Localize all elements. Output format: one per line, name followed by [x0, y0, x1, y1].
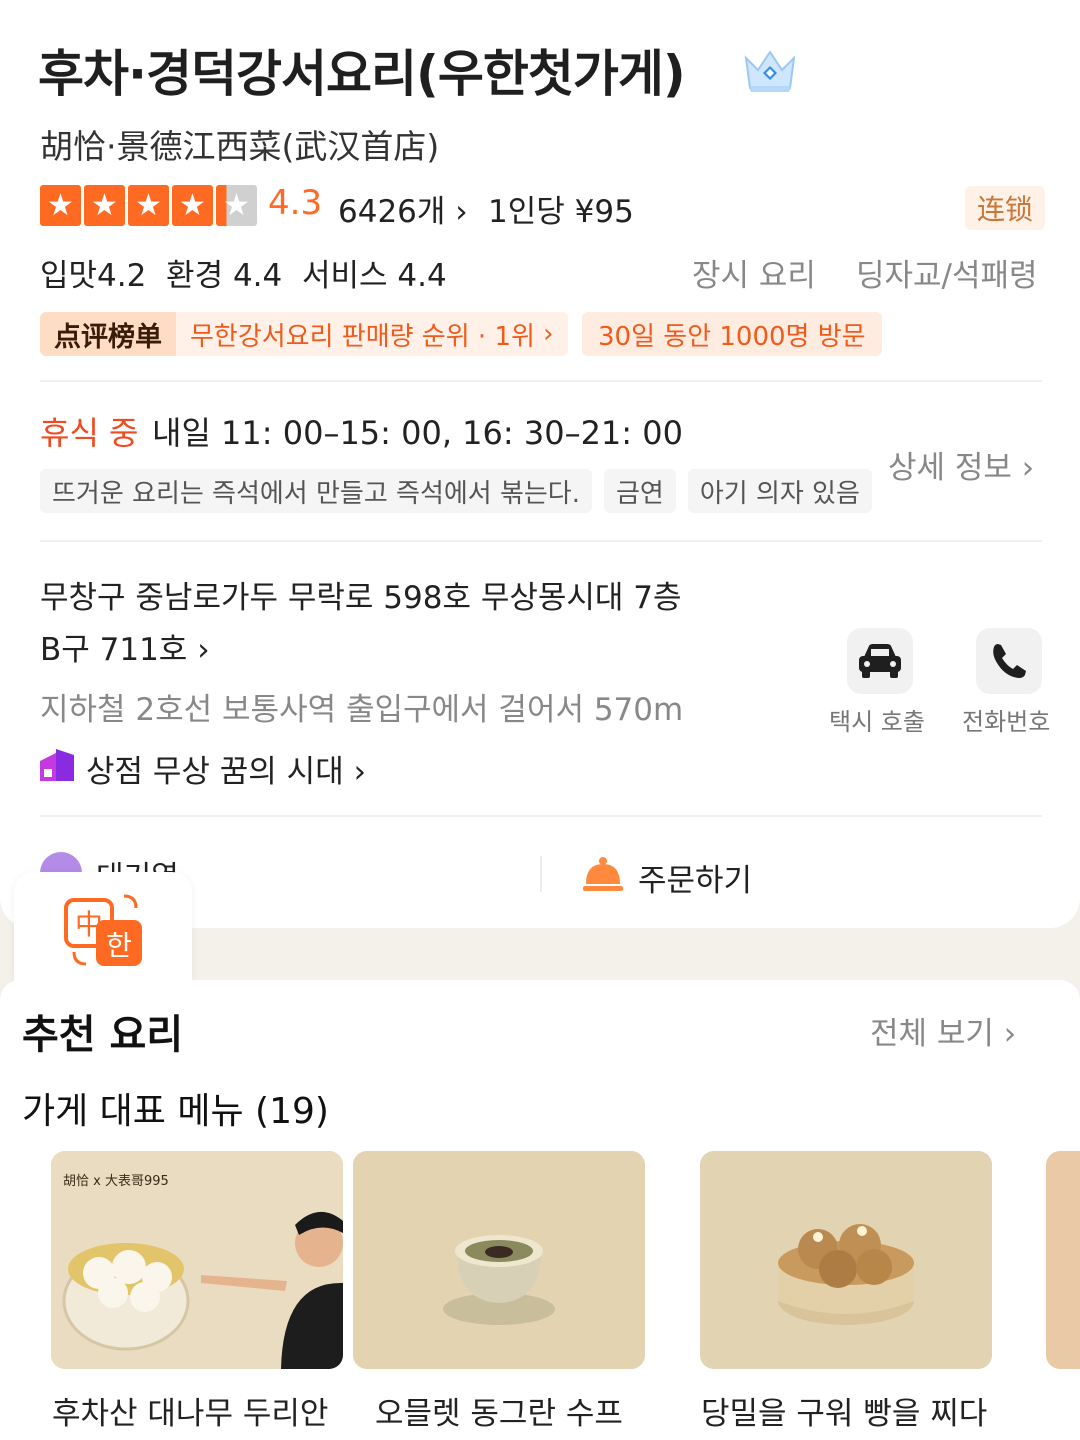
dish-photo — [353, 1151, 645, 1369]
section-title: 추천 요리 — [22, 1012, 184, 1058]
price-per-person: 1인당 ¥95 — [488, 194, 634, 230]
star-partial-icon: ★ — [216, 185, 257, 226]
detail-info-link[interactable]: 상세 정보 › — [888, 442, 1034, 487]
signature-menu-title: 가게 대표 메뉴 (19) — [22, 1091, 329, 1132]
store-name-chinese: 胡恰·景德江西菜(武汉首店) — [40, 127, 440, 166]
car-icon — [859, 644, 901, 678]
divider — [40, 815, 1042, 817]
feature-tags: 뜨거운 요리는 즉석에서 만들고 즉석에서 볶는다. 금연 아기 의자 있음 — [40, 469, 872, 513]
chevron-right-icon: › — [534, 319, 554, 349]
crown-diamond-icon — [744, 50, 796, 92]
star-icon: ★ — [84, 185, 125, 226]
star-icon: ★ — [172, 185, 213, 226]
area-label[interactable]: 딩자교/석패령 — [856, 250, 1038, 295]
address-line-2: B구 711호 — [40, 632, 188, 668]
cloche-icon — [583, 857, 623, 891]
star-icon: ★ — [40, 185, 81, 226]
see-all-link[interactable]: 전체 보기 › — [870, 1008, 1016, 1053]
chain-badge: 连锁 — [965, 186, 1046, 230]
chevron-right-icon: › — [445, 194, 468, 230]
dish-photo: 胡恰 x 大表哥995 — [51, 1151, 343, 1369]
address-line-1[interactable]: 무창구 중남로가두 무락로 598호 무상몽시대 7층 — [40, 572, 682, 617]
mall-link[interactable]: 상점 무상 꿈의 시대 › — [86, 746, 366, 791]
taxi-button[interactable] — [847, 628, 913, 694]
status-text: 휴식 중 — [40, 414, 139, 452]
divider — [540, 856, 542, 892]
dish-name[interactable]: 오믈렛 동그란 수프 — [375, 1388, 623, 1433]
ranking-badge[interactable]: 点评榜单 무한강서요리 판매량 순위 · 1위 › — [40, 312, 568, 356]
dish-name[interactable]: 당밀을 구워 빵을 찌다 — [701, 1388, 987, 1433]
ranking-logo: 点评榜单 — [40, 312, 176, 356]
ranking-text: 무한강서요리 판매량 순위 · 1위 › — [176, 312, 568, 356]
visits-badge: 30일 동안 1000명 방문 — [582, 312, 882, 356]
rating-stars: ★ ★ ★ ★ ★ — [40, 185, 257, 226]
phone-button[interactable] — [976, 628, 1042, 694]
chevron-right-icon: › — [187, 632, 210, 668]
rating-value: 4.3 — [268, 183, 323, 223]
divider — [40, 540, 1042, 542]
category-label[interactable]: 장시 요리 — [692, 250, 816, 295]
feature-tag: 뜨거운 요리는 즉석에서 만들고 즉석에서 볶는다. — [40, 469, 592, 513]
ranking-text-label: 무한강서요리 판매량 순위 · 1위 — [190, 321, 535, 352]
brand-collab-text: 胡恰 x 大表哥995 — [63, 1174, 169, 1189]
chevron-right-icon: › — [1011, 450, 1035, 486]
see-all-label: 전체 보기 — [870, 1016, 994, 1052]
review-count: 6426개 — [338, 194, 446, 230]
star-icon: ★ — [128, 185, 169, 226]
subway-directions: 지하철 2호선 보통사역 출입구에서 걸어서 570m — [40, 692, 684, 728]
dish-name[interactable]: 후차산 대나무 두리안 — [52, 1388, 328, 1433]
sub-scores: 입맛4.2 환경 4.4 서비스 4.4 — [40, 258, 447, 294]
feature-tag: 금연 — [604, 469, 676, 513]
divider — [40, 380, 1042, 382]
shopping-mall-icon — [40, 749, 74, 781]
detail-info-label: 상세 정보 — [888, 450, 1012, 486]
business-hours: 내일 11: 00–15: 00, 16: 30–21: 00 — [152, 414, 683, 452]
dish-image[interactable] — [353, 1151, 645, 1369]
phone-icon — [993, 644, 1026, 678]
review-count-link[interactable]: 6426개 › — [338, 186, 468, 231]
feature-tag: 아기 의자 있음 — [687, 469, 872, 513]
chevron-right-icon: › — [993, 1016, 1017, 1052]
dish-photo — [700, 1151, 992, 1369]
taxi-label: 택시 호출 — [829, 708, 925, 736]
order-button[interactable]: 주문하기 — [638, 855, 752, 900]
store-info-card: 후차·경덕강서요리(우한첫가게) 胡恰·景德江西菜(武汉首店) ★ ★ ★ ★ … — [0, 0, 1080, 928]
dish-image[interactable]: 胡恰 x 大表哥995 — [51, 1151, 343, 1369]
address-line-2-link[interactable]: B구 711호 › — [40, 624, 210, 669]
store-name: 후차·경덕강서요리(우한첫가게) — [38, 45, 686, 103]
svg-text:한: 한 — [106, 929, 132, 962]
chevron-right-icon: › — [343, 754, 366, 790]
phone-label: 전화번호 — [962, 708, 1051, 736]
dish-image[interactable] — [700, 1151, 992, 1369]
dish-image-peek[interactable] — [1046, 1151, 1080, 1369]
mall-label: 상점 무상 꿈의 시대 — [86, 754, 344, 790]
